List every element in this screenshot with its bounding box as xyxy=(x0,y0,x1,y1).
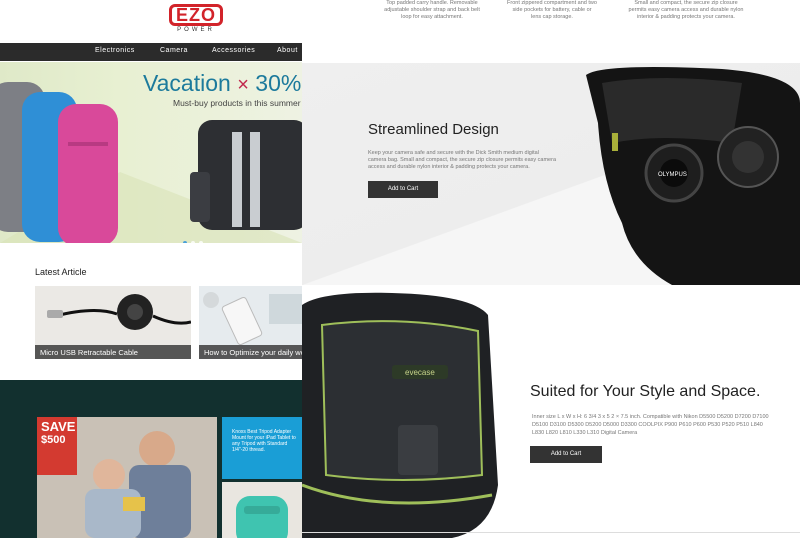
feature-text: Top padded carry handle. Removable adjus… xyxy=(384,0,480,20)
section-title: Suited for Your Style and Space. xyxy=(530,383,761,400)
section-description: Inner size L x W x H: 6 3/4 3 x 5 2 × 7.… xyxy=(532,414,769,436)
lens-brand-text: OLYMPUS xyxy=(658,172,687,178)
add-to-cart-button[interactable]: Add to Cart xyxy=(368,181,438,198)
product-detail-panel: Top padded carry handle. Removable adjus… xyxy=(302,0,800,538)
nav-item-about[interactable]: About xyxy=(277,47,298,54)
divider xyxy=(302,532,800,533)
article-card[interactable]: How to Optimize your daily wo xyxy=(199,286,302,359)
carousel-dot[interactable] xyxy=(191,241,195,243)
streamlined-design-section: OLYMPUS xyxy=(302,63,800,285)
store-preview-panel: EZO POWER Electronics Camera Accessories… xyxy=(0,0,302,538)
article-caption: Micro USB Retractable Cable xyxy=(35,345,191,359)
logo-mark: EZO xyxy=(168,4,223,26)
tripod-promo-tile[interactable]: Knoxs Best Tripod Adapter Mount for your… xyxy=(222,417,302,479)
feature-text: Small and compact, the secure zip closur… xyxy=(628,0,744,20)
article-caption: How to Optimize your daily wo xyxy=(199,345,302,359)
logo-subtitle: POWER xyxy=(177,27,215,33)
latest-article-heading: Latest Article xyxy=(35,267,87,277)
ezo-logo[interactable]: EZO POWER xyxy=(166,4,226,40)
feature-text: Front zippered compartment and two side … xyxy=(507,0,597,20)
backpack-promo-tile[interactable] xyxy=(222,482,302,538)
article-card[interactable]: Micro USB Retractable Cable xyxy=(35,286,191,359)
section-title: Streamlined Design xyxy=(368,121,499,138)
nav-item-electronics[interactable]: Electronics xyxy=(95,47,135,54)
style-space-section: evecase xyxy=(302,285,800,538)
carousel-dot[interactable] xyxy=(199,241,203,243)
nav-item-camera[interactable]: Camera xyxy=(160,47,188,54)
section-description: Keep your camera safe and secure with th… xyxy=(368,150,556,170)
save-label: SAVE xyxy=(41,419,76,434)
add-to-cart-button[interactable]: Add to Cart xyxy=(530,446,602,463)
bag-brand-text: evecase xyxy=(405,368,435,377)
closed-camera-bag-image: evecase xyxy=(302,292,498,538)
promo-banner[interactable]: SAVE $500 xyxy=(37,417,217,538)
hero-banner[interactable]: Vacation × 30% Must-buy products in this… xyxy=(0,62,302,243)
carousel-dot[interactable] xyxy=(183,241,187,243)
open-camera-bag-image: OLYMPUS xyxy=(586,67,800,285)
nav-item-accessories[interactable]: Accessories xyxy=(212,47,255,54)
hero-subtitle: Must-buy products in this summer va xyxy=(173,98,302,108)
carousel-dots xyxy=(183,232,207,243)
page: EZO POWER Electronics Camera Accessories… xyxy=(0,0,800,538)
teal-backpack-image xyxy=(236,496,288,538)
feature-strip: Top padded carry handle. Removable adjus… xyxy=(302,0,800,63)
hero-title: Vacation × 30% xyxy=(143,70,302,96)
save-amount: $500 xyxy=(41,434,66,446)
top-navigation: Electronics Camera Accessories About xyxy=(0,43,302,61)
